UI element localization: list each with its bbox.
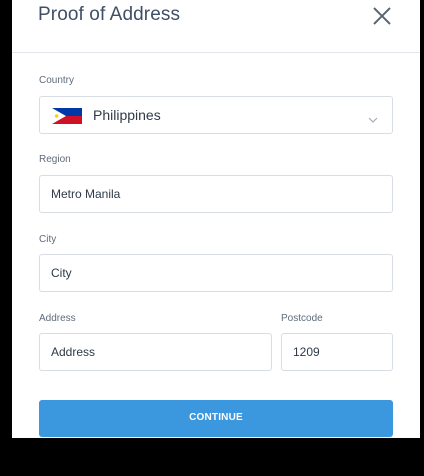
- region-label: Region: [39, 154, 71, 165]
- country-value: Philippines: [93, 107, 161, 123]
- address-value: Address: [51, 345, 96, 359]
- dialog-title: Proof of Address: [38, 4, 181, 25]
- postcode-input[interactable]: 1209: [281, 333, 393, 371]
- country-select[interactable]: Philippines: [39, 96, 393, 134]
- chevron-down-icon: [368, 111, 378, 123]
- city-value: City: [51, 266, 72, 280]
- philippines-flag-icon: [52, 108, 82, 124]
- close-icon[interactable]: [370, 4, 394, 28]
- city-label: City: [39, 234, 57, 245]
- region-value: Metro Manila: [51, 187, 121, 201]
- postcode-value: 1209: [293, 345, 320, 359]
- address-label: Address: [39, 313, 76, 324]
- postcode-label: Postcode: [281, 313, 323, 324]
- screen-backdrop: Proof of Address Country Philippines Reg…: [0, 0, 424, 476]
- continue-button[interactable]: CONTINUE: [39, 400, 393, 437]
- region-input[interactable]: Metro Manila: [39, 175, 393, 213]
- dialog-header: Proof of Address: [12, 0, 420, 53]
- continue-button-label: CONTINUE: [189, 412, 243, 423]
- country-label: Country: [39, 75, 75, 86]
- proof-of-address-dialog: Proof of Address Country Philippines Reg…: [12, 0, 420, 438]
- address-input[interactable]: Address: [39, 333, 272, 371]
- city-input[interactable]: City: [39, 254, 393, 292]
